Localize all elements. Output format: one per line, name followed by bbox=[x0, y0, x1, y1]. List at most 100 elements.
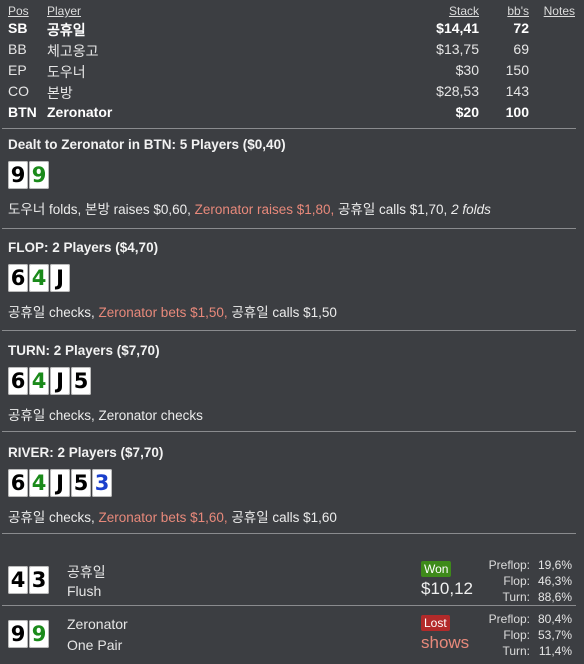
action-text: Zeronator bets $1,50, bbox=[98, 305, 232, 320]
action-text: 공휴일 calls $1,60 bbox=[231, 510, 337, 525]
player-stack: $28,53 bbox=[436, 83, 479, 99]
equity-label: Preflop: bbox=[488, 612, 530, 626]
col-bbs-header[interactable]: bb's bbox=[507, 4, 529, 18]
action-line: 도우너 folds, 본방 raises $0,60, Zeronator ra… bbox=[8, 198, 576, 218]
player-name[interactable]: 체고옹고 bbox=[47, 41, 99, 61]
street-section: FLOP: 2 Players ($4,70) 6 4 J 공휴일 checks, Ze… bbox=[8, 240, 576, 321]
playing-card: 9 bbox=[8, 620, 28, 648]
action-text: Zeronator raises $1,80, bbox=[194, 202, 338, 217]
equity-value: 53,7% bbox=[537, 628, 572, 642]
player-name[interactable]: 공휴일 bbox=[47, 20, 86, 40]
equity-row: Turn: 11,4% bbox=[476, 644, 576, 660]
player-bbs: 100 bbox=[505, 104, 529, 120]
action-text: Zeronator bets $1,60, bbox=[98, 510, 232, 525]
equity-value: 88,6% bbox=[537, 590, 572, 604]
card-group: 64J5 bbox=[8, 367, 576, 395]
player-row: CO 본방 $28,53 143 bbox=[0, 81, 584, 102]
col-stack-header[interactable]: Stack bbox=[449, 4, 479, 18]
player-bbs: 72 bbox=[513, 20, 529, 36]
equity-value: 46,3% bbox=[537, 574, 572, 588]
player-position: BTN bbox=[8, 104, 37, 120]
player-row: EP 도우너 $30 150 bbox=[0, 60, 584, 81]
divider bbox=[2, 605, 576, 606]
equity-label: Turn: bbox=[502, 644, 530, 658]
equity-label: Flop: bbox=[503, 628, 530, 642]
equity-value: 19,6% bbox=[537, 558, 572, 572]
col-player-header[interactable]: Player bbox=[47, 4, 81, 18]
playing-card: 3 bbox=[92, 469, 112, 497]
equity-label: Flop: bbox=[503, 574, 530, 588]
card-group: 64J bbox=[8, 264, 576, 292]
action-line: 공휴일 checks, Zeronator bets $1,50, 공휴일 ca… bbox=[8, 301, 576, 321]
equity-label: Preflop: bbox=[488, 558, 530, 572]
playing-card: 3 bbox=[29, 566, 49, 594]
playing-card: 4 bbox=[29, 469, 49, 497]
equity-row: Flop: 53,7% bbox=[476, 628, 576, 644]
player-row: BTN Zeronator $20 100 bbox=[0, 102, 584, 123]
playing-card: 9 bbox=[29, 161, 49, 189]
street-title: FLOP: 2 Players ($4,70) bbox=[8, 240, 159, 255]
player-position: CO bbox=[8, 83, 29, 99]
player-stack: $20 bbox=[455, 104, 479, 120]
player-position: SB bbox=[8, 20, 28, 36]
result-hand: Flush bbox=[67, 583, 102, 599]
street-title: RIVER: 2 Players ($7,70) bbox=[8, 445, 164, 460]
playing-card: 6 bbox=[8, 367, 28, 395]
street-section: Dealt to Zeronator in BTN: 5 Players ($0… bbox=[8, 137, 576, 218]
action-text: 2 folds bbox=[451, 202, 491, 217]
player-position: EP bbox=[8, 62, 27, 78]
playing-card: J bbox=[50, 264, 70, 292]
player-row: SB 공휴일 $14,41 72 bbox=[0, 18, 584, 39]
divider bbox=[2, 330, 576, 331]
equity-row: Preflop: 19,6% bbox=[476, 558, 576, 574]
playing-card: 4 bbox=[29, 264, 49, 292]
showdown-result: 4 3 공휴일 Flush Won $10,12 Preflop: 19,6% Flop: 46,… bbox=[0, 556, 584, 608]
card-group: 99 bbox=[8, 620, 50, 648]
playing-card: 9 bbox=[8, 161, 28, 189]
player-name[interactable]: 도우너 bbox=[47, 62, 86, 82]
action-line: 공휴일 checks, Zeronator checks bbox=[8, 404, 576, 424]
playing-card: 4 bbox=[8, 566, 28, 594]
equity-value: 11,4% bbox=[538, 644, 572, 658]
equity-table: Preflop: 19,6% Flop: 46,3% Turn: 88,6% bbox=[476, 558, 576, 606]
playing-card: 6 bbox=[8, 469, 28, 497]
players-table: Pos Player Stack bb's Notes SB 공휴일 $14,41 7… bbox=[0, 0, 584, 123]
playing-card: J bbox=[50, 367, 70, 395]
player-bbs: 69 bbox=[513, 41, 529, 57]
result-player-name[interactable]: 공휴일 bbox=[67, 562, 106, 582]
player-position: BB bbox=[8, 41, 27, 57]
equity-label: Turn: bbox=[502, 590, 530, 604]
divider bbox=[2, 228, 576, 229]
col-notes-header[interactable]: Notes bbox=[544, 4, 575, 18]
equity-row: Flop: 46,3% bbox=[476, 574, 576, 590]
result-amount: $10,12 bbox=[421, 579, 473, 598]
playing-card: 6 bbox=[8, 264, 28, 292]
street-section: RIVER: 2 Players ($7,70) 6 4 J 5 3 공휴일 checks,… bbox=[8, 445, 576, 526]
divider bbox=[2, 431, 576, 432]
result-hand: One Pair bbox=[67, 637, 123, 653]
action-text: 공휴일 calls $1,50 bbox=[231, 305, 337, 320]
card-group: 99 bbox=[8, 161, 576, 189]
player-stack: $14,41 bbox=[436, 20, 479, 36]
playing-card: 4 bbox=[29, 367, 49, 395]
result-amount: shows bbox=[421, 633, 470, 652]
action-text: 도우너 folds, 본방 raises $0,60, bbox=[8, 202, 195, 217]
player-name[interactable]: Zeronator bbox=[47, 104, 112, 120]
col-pos-header[interactable]: Pos bbox=[8, 4, 29, 18]
card-group: 64J53 bbox=[8, 469, 576, 497]
player-bbs: 143 bbox=[505, 83, 529, 99]
result-badge: Lost bbox=[421, 615, 450, 631]
player-row: BB 체고옹고 $13,75 69 bbox=[0, 39, 584, 60]
player-stack: $30 bbox=[455, 62, 479, 78]
equity-value: 80,4% bbox=[537, 612, 572, 626]
divider bbox=[2, 128, 576, 129]
equity-row: Turn: 88,6% bbox=[476, 590, 576, 606]
result-badge: Won bbox=[421, 561, 452, 577]
player-name[interactable]: 본방 bbox=[47, 83, 73, 103]
result-player-name[interactable]: Zeronator bbox=[67, 616, 128, 632]
street-title: Dealt to Zeronator in BTN: 5 Players ($0… bbox=[8, 137, 286, 152]
action-text: 공휴일 checks, bbox=[8, 305, 99, 320]
player-bbs: 150 bbox=[505, 62, 529, 78]
divider bbox=[2, 533, 576, 534]
equity-table: Preflop: 80,4% Flop: 53,7% Turn: 11,4% bbox=[476, 612, 576, 660]
